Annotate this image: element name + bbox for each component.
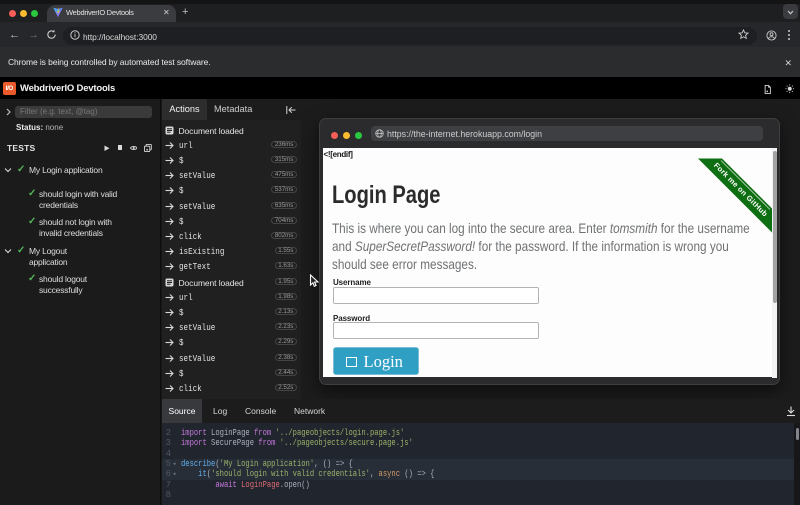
svg-text:Fork me on GitHub: Fork me on GitHub	[712, 161, 770, 219]
